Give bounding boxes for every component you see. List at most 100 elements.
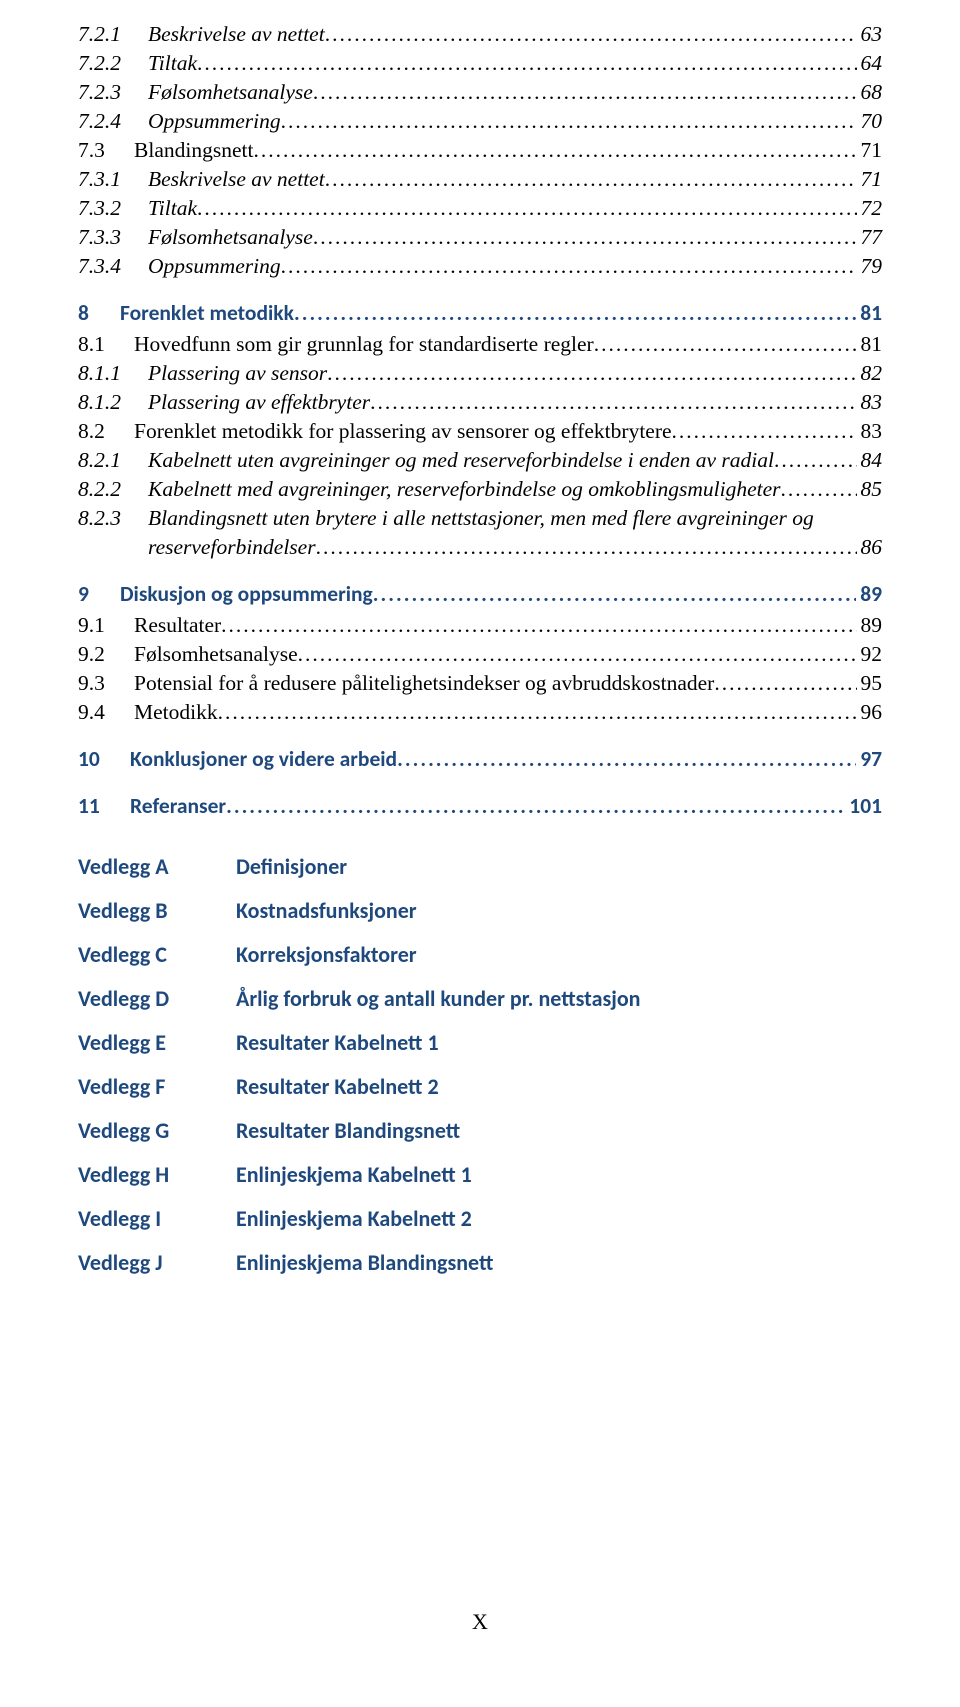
toc-page: 72 xyxy=(857,194,883,223)
toc-page: 101 xyxy=(845,792,882,821)
appendix-value: Definisjoner xyxy=(236,853,882,880)
toc-title: Tiltak xyxy=(148,49,197,78)
toc-leader xyxy=(221,611,856,640)
toc-number: 7.2.4 xyxy=(78,107,148,136)
toc-leader xyxy=(197,194,857,223)
toc-title: Konklusjoner og videre arbeid xyxy=(130,745,397,774)
toc-number: 8.2.2 xyxy=(78,475,148,504)
appendix-list: Vedlegg ADefinisjoner Vedlegg BKostnadsfu… xyxy=(78,853,882,1276)
toc-number: 8 xyxy=(78,299,120,328)
toc-title: Kabelnett uten avgreininger og med reser… xyxy=(148,446,774,475)
toc-title: Følsomhetsanalyse xyxy=(134,640,298,669)
page-number: X xyxy=(0,1609,960,1635)
toc-number: 10 xyxy=(78,745,130,774)
toc-number: 9.4 xyxy=(78,698,134,727)
toc-leader xyxy=(714,669,856,698)
toc-title: Tiltak xyxy=(148,194,197,223)
appendix-value: Korreksjonsfaktorer xyxy=(236,941,882,968)
toc-entry: 9.2Følsomhetsanalyse 92 xyxy=(78,640,882,669)
toc-title: Referanser xyxy=(130,792,226,821)
toc-title: Resultater xyxy=(134,611,221,640)
toc-number: 7.2.1 xyxy=(78,20,148,49)
toc-leader xyxy=(774,446,857,475)
toc-number: 7.2.3 xyxy=(78,78,148,107)
toc-entry-continuation: reserveforbindelser86 xyxy=(78,533,882,562)
appendix-key: Vedlegg A xyxy=(78,853,236,880)
appendix-entry: Vedlegg CKorreksjonsfaktorer xyxy=(78,941,882,968)
toc-leader xyxy=(226,792,845,821)
toc-entry: 9.1Resultater89 xyxy=(78,611,882,640)
toc-entry: 7.2.3Følsomhetsanalyse 68 xyxy=(78,78,882,107)
appendix-key: Vedlegg I xyxy=(78,1205,236,1232)
toc-page: 85 xyxy=(857,475,883,504)
toc-heading: 9Diskusjon og oppsummering 89 xyxy=(78,580,882,609)
toc-entry: 8.1Hovedfunn som gir grunnlag for standa… xyxy=(78,330,882,359)
toc-entry: 8.2Forenklet metodikk for plassering av … xyxy=(78,417,882,446)
appendix-entry: Vedlegg GResultater Blandingsnett xyxy=(78,1117,882,1144)
appendix-key: Vedlegg H xyxy=(78,1161,236,1188)
toc-leader xyxy=(313,78,857,107)
toc-number: 9.3 xyxy=(78,669,134,698)
toc-title: Oppsummering xyxy=(148,107,281,136)
toc-page: 83 xyxy=(857,388,883,417)
toc-number: 9.1 xyxy=(78,611,134,640)
toc-number: 9.2 xyxy=(78,640,134,669)
toc-leader xyxy=(281,107,857,136)
toc-entry: 9.4Metodikk96 xyxy=(78,698,882,727)
toc-number: 8.2 xyxy=(78,417,134,446)
toc-number: 7.3.1 xyxy=(78,165,148,194)
toc-title: Forenklet metodikk xyxy=(120,299,294,328)
toc-entry: 7.3.1Beskrivelse av nettet71 xyxy=(78,165,882,194)
toc-number: 7.2.2 xyxy=(78,49,148,78)
toc-leader xyxy=(327,359,856,388)
appendix-entry: Vedlegg EResultater Kabelnett 1 xyxy=(78,1029,882,1056)
toc-page: 68 xyxy=(857,78,883,107)
toc-number: 7.3 xyxy=(78,136,134,165)
toc-title: Forenklet metodikk for plassering av sen… xyxy=(134,417,672,446)
appendix-key: Vedlegg G xyxy=(78,1117,236,1144)
toc-title: Følsomhetsanalyse xyxy=(148,223,313,252)
toc-leader xyxy=(672,417,857,446)
toc-title: Blandingsnett uten brytere i alle nettst… xyxy=(148,504,814,533)
appendix-entry: Vedlegg IEnlinjeskjema Kabelnett 2 xyxy=(78,1205,882,1232)
appendix-entry: Vedlegg ADefinisjoner xyxy=(78,853,882,880)
toc-number: 7.3.4 xyxy=(78,252,148,281)
toc-page: 81 xyxy=(857,330,883,359)
toc-page: 64 xyxy=(857,49,883,78)
toc-number: 9 xyxy=(78,580,120,609)
toc-leader xyxy=(313,223,857,252)
appendix-key: Vedlegg F xyxy=(78,1073,236,1100)
appendix-entry: Vedlegg BKostnadsfunksjoner xyxy=(78,897,882,924)
toc-title: Blandingsnett xyxy=(134,136,253,165)
toc-leader xyxy=(397,745,856,774)
toc-entry: 8.1.1Plassering av sensor82 xyxy=(78,359,882,388)
toc-title: Følsomhetsanalyse xyxy=(148,78,313,107)
toc-number: 8.2.3 xyxy=(78,504,148,533)
toc-entry: 8.1.2Plassering av effektbryter83 xyxy=(78,388,882,417)
appendix-key: Vedlegg J xyxy=(78,1249,236,1276)
appendix-entry: Vedlegg JEnlinjeskjema Blandingsnett xyxy=(78,1249,882,1276)
toc-page: 70 xyxy=(857,107,883,136)
appendix-value: Resultater Blandingsnett xyxy=(236,1117,882,1144)
toc-page: 92 xyxy=(857,640,883,669)
toc-number: 8.1 xyxy=(78,330,134,359)
toc-leader xyxy=(218,698,857,727)
toc-leader xyxy=(373,580,856,609)
toc-leader xyxy=(325,165,857,194)
toc-leader xyxy=(294,299,856,328)
toc-page: 81 xyxy=(856,299,882,328)
toc-leader xyxy=(325,20,857,49)
toc-page: 77 xyxy=(857,223,883,252)
toc-heading: 10Konklusjoner og videre arbeid 97 xyxy=(78,745,882,774)
toc-leader xyxy=(370,388,856,417)
appendix-entry: Vedlegg HEnlinjeskjema Kabelnett 1 xyxy=(78,1161,882,1188)
appendix-key: Vedlegg D xyxy=(78,985,236,1012)
appendix-value: Enlinjeskjema Blandingsnett xyxy=(236,1249,882,1276)
toc-title: Beskrivelse av nettet xyxy=(148,165,325,194)
appendix-value: Årlig forbruk og antall kunder pr. netts… xyxy=(236,985,882,1012)
toc-number: 8.2.1 xyxy=(78,446,148,475)
toc-page: 63 xyxy=(857,20,883,49)
appendix-value: Enlinjeskjema Kabelnett 1 xyxy=(236,1161,882,1188)
toc-leader xyxy=(253,136,856,165)
toc-entry: 8.2.2Kabelnett med avgreininger, reserve… xyxy=(78,475,882,504)
